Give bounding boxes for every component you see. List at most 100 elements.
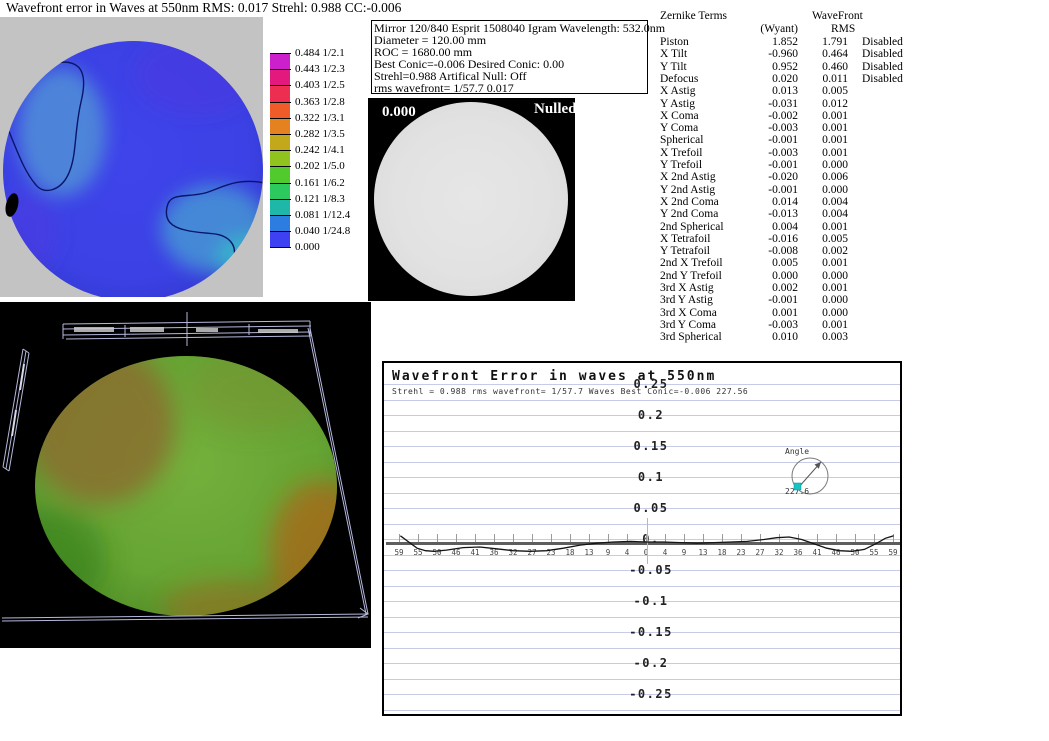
zernike-disabled-flag[interactable]: Disabled [862,61,903,73]
zernike-term-name: 3rd Spherical [660,331,722,343]
legend-color-segment [270,231,290,247]
zernike-row[interactable]: 3rd Y Coma-0.0030.001 [658,319,918,331]
zernike-term-name: 2nd Y Trefoil [660,270,722,282]
zernike-row[interactable]: 3rd X Astig0.0020.001 [658,282,918,294]
angle-marker-square [794,483,801,490]
zernike-rms-value: 0.004 [803,196,848,208]
zernike-wyant-value: -0.008 [746,245,798,257]
zernike-term-name: X Astig [660,85,695,97]
legend-label: 0.363 1/2.8 [295,96,345,108]
zernike-row[interactable]: X Tilt-0.9600.464Disabled [658,48,918,60]
zernike-row[interactable]: 2nd Y Trefoil 0.000 0.000 [658,270,918,282]
zernike-rms-value: 0.001 [803,134,848,146]
zernike-row[interactable]: X Coma-0.0020.001 [658,110,918,122]
zernike-row[interactable]: Y Tilt0.9520.460Disabled [658,61,918,73]
zernike-row[interactable]: X 2nd Coma0.0140.004 [658,196,918,208]
zernike-row[interactable]: 2nd X Trefoil0.0050.001 [658,257,918,269]
zernike-rms-value: 0.001 [803,147,848,159]
zernike-disabled-flag[interactable]: Disabled [862,36,903,48]
zernike-row[interactable]: 3rd Spherical0.0100.003 [658,331,918,343]
zernike-row[interactable]: Y Tetrafoil-0.0080.002 [658,245,918,257]
legend-color-segment [270,166,290,182]
zernike-col-wavefront: WaveFront [812,10,863,22]
zernike-rms-value: 0.001 [803,221,848,233]
zernike-term-name: X Tilt [660,48,687,60]
legend-tick [270,183,291,184]
zernike-wyant-value: 0.020 [746,73,798,85]
legend-label: 0.443 1/2.3 [295,63,345,75]
legend-color-segment [270,53,290,69]
zernike-rms-value: 0.012 [803,98,848,110]
legend-tick [270,85,291,86]
zernike-wyant-value: 0.000 [746,270,798,282]
zernike-rms-value: 0.003 [803,331,848,343]
legend-color-segment [270,118,290,134]
legend-label: 0.403 1/2.5 [295,79,345,91]
zernike-wyant-value: -0.003 [746,122,798,134]
surface-3d-image [0,302,371,648]
zernike-term-name: Y Tilt [660,61,687,73]
zernike-wyant-value: -0.960 [746,48,798,60]
legend-label: 0.081 1/12.4 [295,209,350,221]
zernike-rms-value: 0.006 [803,171,848,183]
zernike-row[interactable]: X 2nd Astig-0.0200.006 [658,171,918,183]
zernike-row[interactable]: Y 2nd Astig-0.0010.000 [658,184,918,196]
zernike-wyant-value: 0.952 [746,61,798,73]
zernike-rms-value: 0.001 [803,319,848,331]
legend-label: 0.000 [295,241,320,253]
legend-color-segment [270,150,290,166]
zernike-row[interactable]: Y Trefoil -0.001 0.000 [658,159,918,171]
zernike-row[interactable]: Y Astig -0.031 0.012 [658,98,918,110]
zernike-row[interactable]: Y 2nd Coma-0.0130.004 [658,208,918,220]
zernike-panel: Zernike Terms WaveFront (Wyant) RMS Pist… [658,8,918,348]
zernike-term-name: Y Trefoil [660,159,702,171]
zernike-row[interactable]: Defocus0.0200.011Disabled [658,73,918,85]
angle-indicator[interactable]: Angle 227.6 [785,447,828,496]
zernike-rms-value: 0.005 [803,85,848,97]
zernike-term-name: Y Astig [660,98,695,110]
zernike-row[interactable]: X Tetrafoil-0.0160.005 [658,233,918,245]
zernike-wyant-value: 0.013 [746,85,798,97]
zernike-rms-value: 0.001 [803,282,848,294]
legend-label: 0.484 1/2.1 [295,47,345,59]
zernike-wyant-value: -0.031 [746,98,798,110]
wavefront-map-image [0,17,263,297]
zernike-term-name: X Trefoil [660,147,703,159]
zernike-term-name: 3rd X Coma [660,307,717,319]
wavefront-map-panel [0,17,263,297]
zernike-rms-value: 0.000 [803,270,848,282]
zernike-wyant-value: 0.014 [746,196,798,208]
zernike-term-name: Y 2nd Coma [660,208,718,220]
interferogram-panel: 0.000 Nulled [368,98,575,301]
zernike-term-name: 2nd Spherical [660,221,724,233]
legend-tick [270,53,291,54]
zernike-wyant-value: -0.001 [746,159,798,171]
zernike-row[interactable]: X Astig 0.013 0.005 [658,85,918,97]
interferogram-disc [374,102,568,296]
zernike-row[interactable]: Y Coma-0.0030.001 [658,122,918,134]
zernike-row[interactable]: Spherical-0.0010.001 [658,134,918,146]
zernike-row[interactable]: X Trefoil-0.0030.001 [658,147,918,159]
zernike-row[interactable]: 2nd Spherical0.0040.001 [658,221,918,233]
profile-plot-panel: Wavefront Error in waves at 550nm Strehl… [382,361,902,716]
surface-3d-panel [0,302,371,648]
zernike-term-name: 3rd Y Coma [660,319,716,331]
zernike-row[interactable]: 3rd X Coma0.0010.000 [658,307,918,319]
legend-tick [270,150,291,151]
zernike-wyant-value: -0.016 [746,233,798,245]
zernike-rms-value: 0.001 [803,257,848,269]
zernike-wyant-value: -0.001 [746,294,798,306]
zernike-row[interactable]: 3rd Y Astig-0.0010.000 [658,294,918,306]
zernike-term-name: Y 2nd Astig [660,184,715,196]
zernike-rms-value: 0.000 [803,159,848,171]
zernike-col-wyant: (Wyant) [746,23,798,35]
zernike-disabled-flag[interactable]: Disabled [862,73,903,85]
zernike-term-name: Defocus [660,73,698,85]
profile-curve: Angle 227.6 [384,363,900,714]
zernike-wyant-value: -0.001 [746,184,798,196]
legend-tick [270,166,291,167]
zernike-rms-value: 1.791 [803,36,848,48]
zernike-row[interactable]: Piston1.8521.791Disabled [658,36,918,48]
zernike-wyant-value: 0.002 [746,282,798,294]
zernike-disabled-flag[interactable]: Disabled [862,48,903,60]
